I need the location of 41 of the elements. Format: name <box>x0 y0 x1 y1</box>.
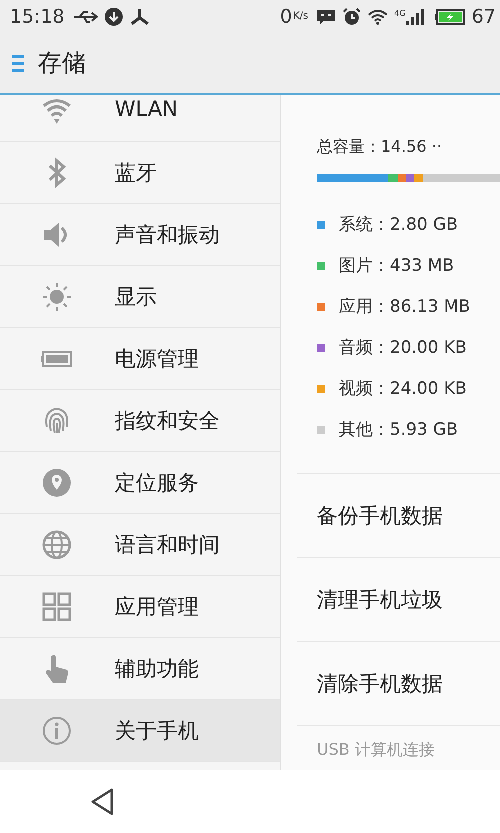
legend-label: 其他：5.93 GB <box>339 419 458 441</box>
screen-title: 存储 <box>38 48 86 79</box>
settings-item[interactable]: 语言和时间 <box>0 514 280 576</box>
action-item[interactable]: 备份手机数据 <box>297 474 500 558</box>
network-type: 4G <box>394 8 406 18</box>
legend-label: 图片：433 MB <box>339 255 454 277</box>
settings-item[interactable]: 电源管理 <box>0 328 280 390</box>
usb-icon <box>72 8 98 24</box>
legend-label: 应用：86.13 MB <box>339 296 470 318</box>
message-icon <box>316 8 336 26</box>
alarm-icon <box>342 8 361 26</box>
section-header: USB 计算机连接 <box>316 739 436 761</box>
settings-item[interactable]: 定位服务 <box>0 452 280 514</box>
battery-charging-icon <box>434 8 465 24</box>
action-item[interactable]: 清理手机垃圾 <box>297 558 500 642</box>
legend-label: 系统：2.80 GB <box>339 214 458 236</box>
menu-icon <box>12 53 24 73</box>
settings-item[interactable]: 指纹和安全 <box>0 390 280 452</box>
tripod-icon <box>130 8 150 26</box>
info-icon <box>41 714 73 746</box>
clock: 15:18 <box>10 6 65 28</box>
settings-item[interactable]: 关于手机 <box>0 700 280 762</box>
app-grid-icon <box>41 590 73 622</box>
download-icon <box>104 8 123 26</box>
settings-item[interactable]: 蓝牙 <box>0 142 280 204</box>
settings-item[interactable]: 声音和振动 <box>0 204 280 266</box>
wifi-icon <box>368 8 388 24</box>
speed-unit: K/s <box>293 11 309 22</box>
back-icon[interactable] <box>90 788 116 816</box>
action-item[interactable]: 清除手机数据 <box>297 642 500 726</box>
sun-icon <box>41 280 73 312</box>
location-pin-icon <box>41 466 73 498</box>
settings-item[interactable]: WLAN <box>0 95 280 142</box>
network-speed: 0 <box>280 6 292 28</box>
battery-level: 67 <box>472 6 496 28</box>
legend-label: 音频：20.00 KB <box>339 337 467 359</box>
total-capacity: 总容量：14.56 ·· <box>316 137 444 158</box>
settings-item[interactable]: 应用管理 <box>0 576 280 638</box>
settings-item[interactable]: 显示 <box>0 266 280 328</box>
legend-label: 视频：24.00 KB <box>339 378 467 400</box>
globe-icon <box>41 528 73 560</box>
